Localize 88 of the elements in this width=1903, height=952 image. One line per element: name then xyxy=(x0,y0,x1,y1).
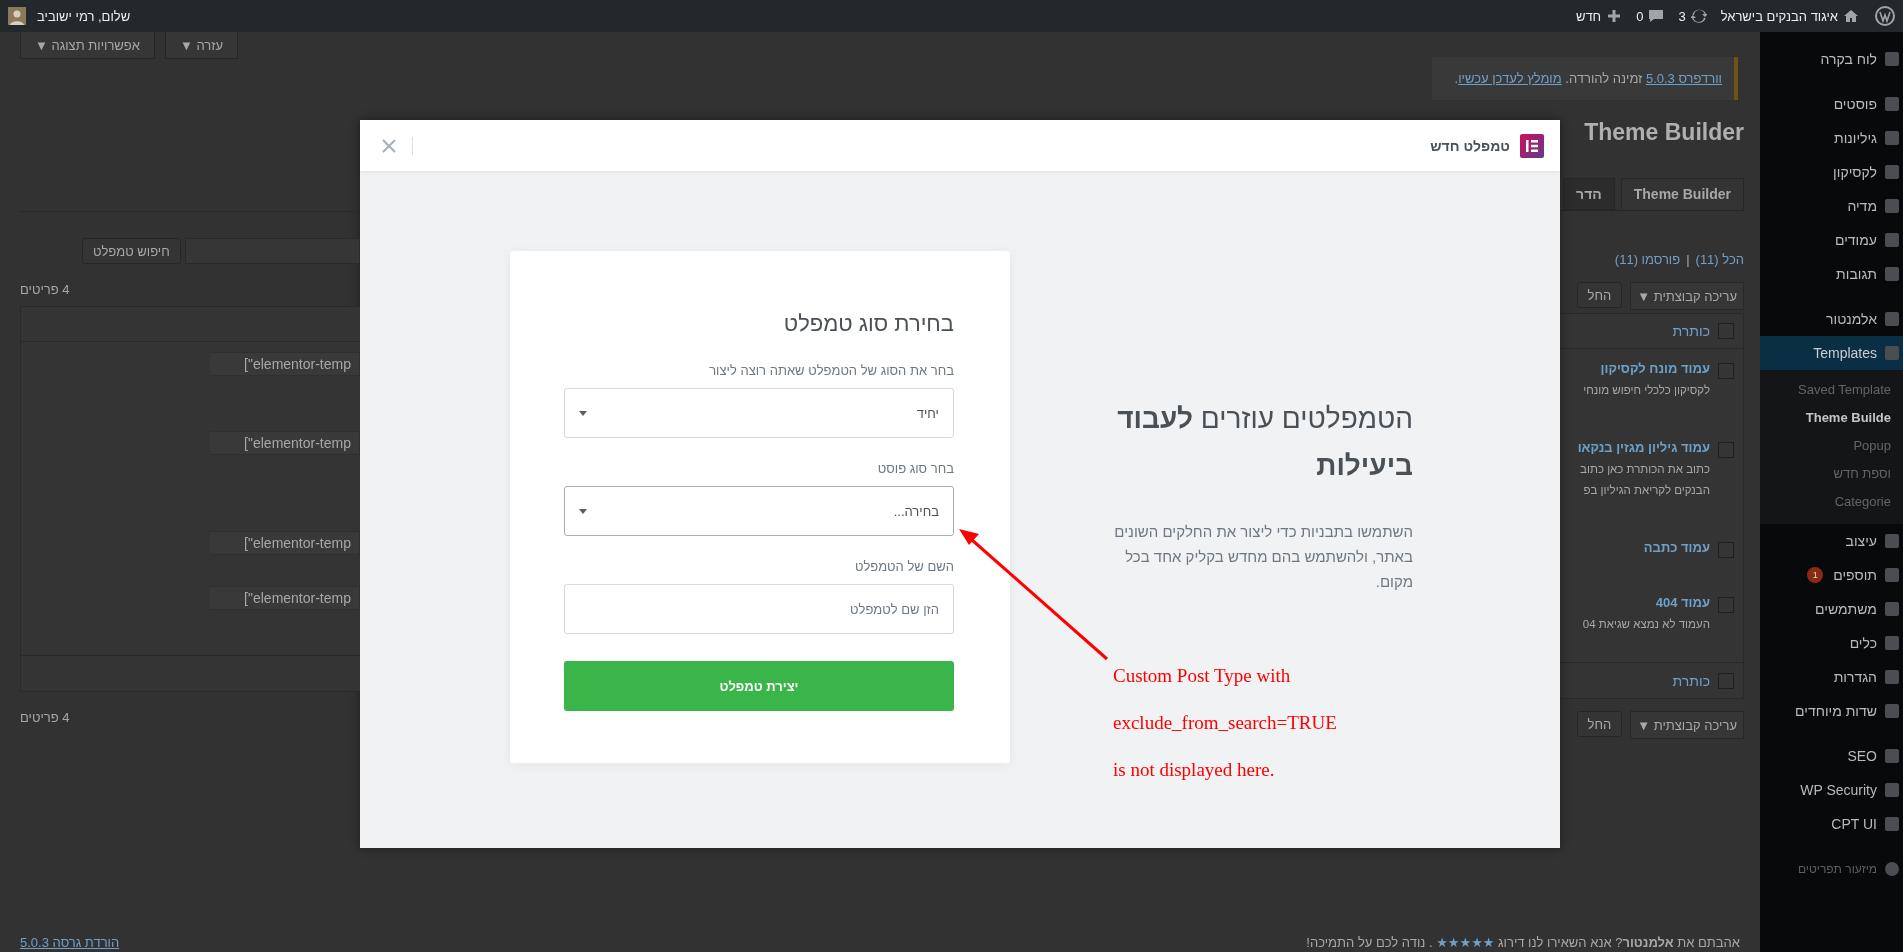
wordpress-logo-icon[interactable] xyxy=(1875,6,1895,26)
caret-icon xyxy=(579,410,587,416)
logo-icon xyxy=(1520,133,1544,158)
sidebar-item[interactable]: מדיה xyxy=(1760,189,1903,223)
row-description: הבנקים לקריאת הגיליון בפ xyxy=(1582,483,1710,498)
item-count: 4 פריטים xyxy=(20,710,71,725)
screen-meta-tab[interactable]: עזרה ▼ xyxy=(164,32,238,59)
annotation-text: Custom Post Type with xyxy=(1113,664,1292,688)
separator-text: | xyxy=(1686,252,1690,269)
new-link[interactable]: חדש xyxy=(1575,8,1623,24)
submenu-item[interactable]: וספת חדש xyxy=(1760,460,1903,488)
update-notice-text: וורדפרס 5.0.3 זמינה להורדה. מומלץ לעדכן עכשיו. xyxy=(1454,71,1722,86)
submenu-item[interactable]: Popup xyxy=(1760,432,1903,460)
annotation-text: is not displayed here. xyxy=(1113,758,1276,782)
form-title: בחירת סוג טמפלט xyxy=(782,310,954,338)
item-count: 4 פריטים xyxy=(20,282,71,297)
sidebar-item[interactable]: WP Security xyxy=(1760,773,1903,807)
column-header[interactable]: כותרת xyxy=(1672,672,1710,689)
sidebar-item[interactable]: שדות מיוחדים xyxy=(1760,694,1903,728)
nav-tab[interactable]: הדר xyxy=(1563,178,1615,210)
row-title-link[interactable]: עמוד גיליון מגזין בנקאו xyxy=(1577,440,1710,455)
close-icon[interactable] xyxy=(382,138,396,153)
sidebar-item[interactable]: פוסטים xyxy=(1760,87,1903,121)
sidebar-item[interactable]: לקסיקון xyxy=(1760,155,1903,189)
submenu-item[interactable]: Saved Template xyxy=(1760,376,1903,404)
row-title-link[interactable]: עמוד מונח לקסיקון xyxy=(1583,361,1710,376)
version-link[interactable]: הורדת גרסה 5.0.3 xyxy=(20,935,120,950)
sidebar-item[interactable]: הגדרות xyxy=(1760,660,1903,694)
row-description: כתוב את הכותרת כאן כתוב xyxy=(1579,462,1710,477)
annotation-text: exclude_from_search=TRUE xyxy=(1113,711,1338,735)
sidebar-item[interactable]: עמודים xyxy=(1760,223,1903,257)
home-icon xyxy=(1843,8,1859,24)
field-label: בחר את הסוג של הטמפלט שאתה רוצה ליצור xyxy=(708,363,954,379)
filter-link[interactable]: הכל (11) xyxy=(1695,252,1744,270)
page-title: Theme Builder xyxy=(1583,120,1744,144)
input-field[interactable]: הזן שם לטמפלט xyxy=(564,584,954,634)
caret-icon xyxy=(579,508,587,514)
update-now-link[interactable]: מומלץ לעדכן עכשיו xyxy=(1458,71,1562,86)
avatar-icon xyxy=(8,7,26,25)
select-field[interactable]: יחיד xyxy=(564,388,954,438)
modal-title: טמפלט חדש xyxy=(1430,137,1510,154)
submenu-item[interactable]: Categorie xyxy=(1760,488,1903,516)
row-description: לקסיקון כלכלי חיפוש מונחי xyxy=(1583,383,1710,398)
refresh-icon xyxy=(1690,8,1707,24)
search-field[interactable] xyxy=(184,238,360,264)
sidebar-item[interactable]: CPT UI xyxy=(1760,807,1903,841)
intro-heading: הטמפלטים עוזרים לעבוד ביעילות xyxy=(1116,402,1413,483)
site-name-link[interactable]: איגוד הבנקים בישראל xyxy=(1720,8,1859,24)
apply-button[interactable]: החל xyxy=(1576,711,1623,737)
search-button[interactable]: חיפוש טמפלט xyxy=(82,238,181,264)
sidebar-item[interactable]: אלמנטור xyxy=(1760,302,1903,336)
intro-text: השתמשו בתבניות כדי ליצור את החלקים השונים באתר, ולהשתמש בהם מחדש בקליק אחד בכל מקום. xyxy=(1113,522,1413,592)
plus-icon xyxy=(1606,8,1623,24)
filter-link[interactable]: פורסמו (11) xyxy=(1614,252,1681,270)
apply-button[interactable]: החל xyxy=(1576,282,1623,308)
shortcode-field[interactable]: ["elementor-temp xyxy=(210,531,360,555)
sidebar-item[interactable]: כלים xyxy=(1760,626,1903,660)
row-description: העמוד לא נמצא שגיאת 04 xyxy=(1582,617,1710,632)
account-link[interactable]: שלום, רמי ישוביב xyxy=(8,7,131,25)
sidebar-item[interactable]: עיצוב xyxy=(1760,524,1903,558)
shortcode-field[interactable]: ["elementor-temp xyxy=(210,431,360,455)
submenu-item[interactable]: Theme Builde xyxy=(1760,404,1903,432)
shortcode-field[interactable]: ["elementor-temp xyxy=(210,586,360,610)
shortcode-field[interactable]: ["elementor-temp xyxy=(210,352,360,376)
sidebar-item[interactable]: גיליונות xyxy=(1760,121,1903,155)
version-link[interactable]: וורדפרס 5.0.3 xyxy=(1645,71,1722,86)
row-title-link[interactable]: עמוד 404 xyxy=(1582,595,1710,610)
select-field[interactable]: בחירה... xyxy=(564,486,954,536)
sidebar-item[interactable]: תגובות xyxy=(1760,257,1903,291)
rating-link[interactable]: ★★★★★ xyxy=(1436,935,1495,950)
screen-meta-tab[interactable]: אפשרויות תצוגה ▼ xyxy=(20,32,155,59)
collapse-menu-button[interactable]: מיזעור תפריטים xyxy=(1760,852,1903,886)
field-label: בחר סוג פוסט xyxy=(876,461,954,477)
footer-text: אהבתם את אלמנטור? אנא השאירו לנו דירוג ★★★★★ . נודה לכם על התמיכה! xyxy=(1306,935,1740,950)
comments-link[interactable]: 0 xyxy=(1636,8,1665,24)
bulk-action-select[interactable]: עריכה קבוצתית ▼ xyxy=(1630,282,1744,310)
sidebar-item[interactable]: Templates xyxy=(1760,336,1903,370)
sidebar-item[interactable]: משתמשים xyxy=(1760,592,1903,626)
comment-icon xyxy=(1648,8,1665,24)
create-template-button[interactable]: יצירת טמפלט xyxy=(564,661,954,711)
bulk-action-select[interactable]: עריכה קבוצתית ▼ xyxy=(1630,711,1744,739)
updates-link[interactable]: 3 xyxy=(1678,8,1707,24)
nav-tab[interactable]: Theme Builder xyxy=(1620,178,1744,210)
row-title-link[interactable]: עמוד כתבה xyxy=(1643,540,1710,555)
sidebar-item[interactable]: SEO xyxy=(1760,739,1903,773)
column-header[interactable]: כותרת xyxy=(1672,323,1710,339)
field-label: השם של הטמפלט xyxy=(853,559,954,575)
sidebar-item[interactable]: לוח בקרה xyxy=(1760,42,1903,76)
